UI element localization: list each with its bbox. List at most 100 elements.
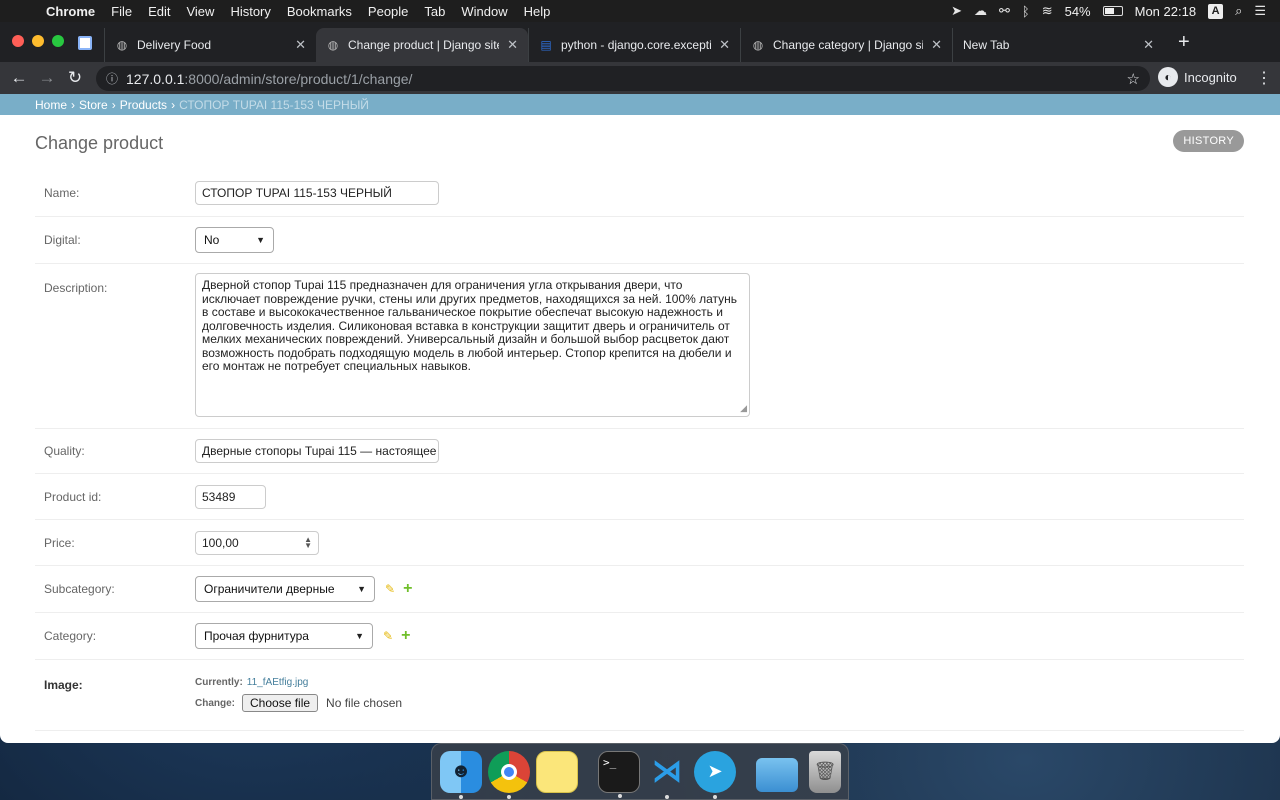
currently-label: Currently: (195, 677, 243, 688)
menu-tab[interactable]: Tab (416, 4, 453, 19)
category-selected-value: Прочая фурнитура (204, 629, 309, 643)
category-label: Category: (44, 629, 97, 643)
vscode-icon[interactable]: ⋊ (646, 751, 688, 799)
name-input[interactable]: СТОПОР TUPAI 115-153 ЧЕРНЫЙ (195, 181, 439, 205)
notes-icon[interactable] (536, 750, 578, 793)
forward-arrow-icon[interactable]: → (33, 68, 61, 88)
terminal-icon[interactable]: >_ (598, 750, 640, 798)
current-file-line: Currently: 11_fAEtfig.jpg (195, 677, 402, 688)
bookmark-star-icon[interactable]: ☆ (1127, 70, 1140, 88)
pinned-tab-icon[interactable] (78, 36, 92, 50)
breadcrumb-current: СТОПОР TUPAI 115-153 ЧЕРНЫЙ (179, 97, 369, 112)
chevron-down-icon: ▼ (355, 631, 364, 641)
incognito-icon: ◐ (1158, 67, 1178, 87)
menu-file[interactable]: File (103, 4, 140, 19)
current-file-link[interactable]: 11_fAEtfig.jpg (247, 677, 309, 688)
browser-menu-icon[interactable]: ⋮ (1256, 68, 1272, 88)
battery-percent[interactable]: 54% (1065, 4, 1091, 19)
breadcrumb: Home › Store › Products › СТОПОР TUPAI 1… (0, 94, 1280, 115)
subcategory-selected-value: Ограничители дверные (204, 582, 335, 596)
breadcrumb-home-link[interactable]: Home (35, 99, 67, 111)
incognito-profile-button[interactable]: ◐ Incognito (1158, 67, 1237, 87)
change-file-line: Change: Choose file No file chosen (195, 694, 402, 712)
add-related-plus-icon[interactable]: + (403, 581, 412, 597)
price-value: 100,00 (202, 535, 239, 550)
reload-icon[interactable]: ↻ (61, 68, 89, 88)
tab-change-product[interactable]: ◍ Change product | Django site a ✕ (316, 28, 528, 62)
spotlight-search-icon[interactable]: ⌕ (1235, 3, 1242, 19)
edit-related-pencil-icon[interactable]: ✎ (383, 629, 393, 643)
battery-icon[interactable] (1102, 6, 1123, 16)
description-label: Description: (44, 281, 108, 295)
menu-window[interactable]: Window (453, 4, 515, 19)
location-icon[interactable]: ➤ (951, 3, 962, 19)
bluetooth-icon[interactable]: ᛒ (1022, 4, 1030, 19)
tab-change-category[interactable]: ◍ Change category | Django site ✕ (740, 28, 952, 62)
menu-history[interactable]: History (222, 4, 278, 19)
menu-clock[interactable]: Mon 22:18 (1135, 4, 1196, 19)
telegram-icon[interactable]: ➤ (694, 750, 736, 799)
breadcrumb-store-link[interactable]: Store (79, 99, 108, 111)
input-source-icon[interactable]: A (1208, 3, 1224, 19)
price-input[interactable]: 100,00 ▲ ▼ (195, 530, 319, 555)
digital-selected-value: No (204, 233, 220, 247)
menu-view[interactable]: View (178, 4, 222, 19)
site-info-icon[interactable]: ⓘ (106, 70, 118, 87)
edit-related-pencil-icon[interactable]: ✎ (385, 582, 395, 596)
category-select[interactable]: Прочая фурнитура ▼ (195, 623, 373, 649)
description-textarea[interactable]: Дверной стопор Tupai 115 предназначен дл… (195, 273, 750, 417)
number-stepper-icon[interactable]: ▲ ▼ (304, 535, 312, 549)
product-id-input[interactable]: 53489 (195, 484, 266, 509)
cloud-upload-icon[interactable]: ☁ (974, 3, 987, 19)
form-row-category: Category: Прочая фурнитура ▼ ✎ + (35, 613, 1244, 660)
menu-help[interactable]: Help (516, 4, 559, 19)
tab-stackoverflow[interactable]: ▤ python - django.core.exceptio ✕ (528, 28, 740, 62)
tab-close-icon[interactable]: ✕ (295, 37, 306, 53)
address-bar[interactable]: ⓘ 127.0.0.1 :8000/admin/store/product/1/… (96, 66, 1150, 91)
status-area: ➤ ☁ ⚯ ᛒ ≋ 54% Mon 22:18 A ⌕ ☰ (951, 3, 1280, 19)
glasses-icon[interactable]: ⚯ (999, 3, 1010, 19)
digital-label: Digital: (44, 233, 81, 247)
globe-icon: ◍ (116, 38, 128, 52)
subcategory-select[interactable]: Ограничители дверные ▼ (195, 576, 375, 602)
back-arrow-icon[interactable]: ← (5, 68, 33, 88)
form-row-digital: Digital: No ▼ (35, 217, 1244, 264)
quality-input[interactable]: Дверные стопоры Tupai 115 — настоящее и (195, 439, 439, 463)
tab-close-icon[interactable]: ✕ (719, 37, 730, 53)
digital-select[interactable]: No ▼ (195, 227, 274, 253)
terminal-prompt: >_ (603, 755, 617, 769)
trash-icon[interactable]: 🗑 (809, 750, 841, 793)
downloads-folder-icon[interactable] (756, 757, 798, 792)
globe-icon: ◍ (752, 38, 764, 52)
browser-window: ◍ Delivery Food ✕ ◍ Change product | Dja… (0, 22, 1280, 743)
tab-title: Change category | Django site (773, 38, 924, 52)
image-label: Image: (44, 678, 83, 692)
tab-delivery-food[interactable]: ◍ Delivery Food ✕ (104, 28, 316, 62)
category-related-links: ✎ + (383, 628, 410, 644)
breadcrumb-products-link[interactable]: Products (120, 99, 167, 111)
history-button[interactable]: HISTORY (1173, 130, 1244, 152)
zoom-window-button[interactable] (52, 35, 64, 47)
tab-close-icon[interactable]: ✕ (1143, 37, 1154, 53)
new-tab-plus-icon[interactable]: + (1178, 32, 1190, 52)
close-window-button[interactable] (12, 35, 24, 47)
finder-icon[interactable]: ☻ (440, 750, 482, 799)
add-related-plus-icon[interactable]: + (401, 628, 410, 644)
tab-close-icon[interactable]: ✕ (931, 37, 942, 53)
wifi-icon[interactable]: ≋ (1042, 3, 1053, 19)
tab-close-icon[interactable]: ✕ (507, 37, 518, 53)
menu-edit[interactable]: Edit (140, 4, 178, 19)
choose-file-button[interactable]: Choose file (242, 694, 319, 712)
menu-bookmarks[interactable]: Bookmarks (279, 4, 360, 19)
tab-new-tab[interactable]: New Tab ✕ (952, 28, 1164, 62)
change-product-form: Name: СТОПОР TUPAI 115-153 ЧЕРНЫЙ Digita… (35, 170, 1244, 731)
resize-grip-icon[interactable]: ◢ (740, 402, 747, 416)
chrome-icon[interactable] (488, 750, 530, 799)
tab-strip: ◍ Delivery Food ✕ ◍ Change product | Dja… (0, 22, 1280, 62)
menu-people[interactable]: People (360, 4, 416, 19)
minimize-window-button[interactable] (32, 35, 44, 47)
menu-app-name[interactable]: Chrome (44, 4, 103, 19)
change-label: Change: (195, 697, 235, 709)
notification-center-icon[interactable]: ☰ (1254, 3, 1266, 19)
macos-menu-bar: Chrome File Edit View History Bookmarks … (0, 0, 1280, 22)
